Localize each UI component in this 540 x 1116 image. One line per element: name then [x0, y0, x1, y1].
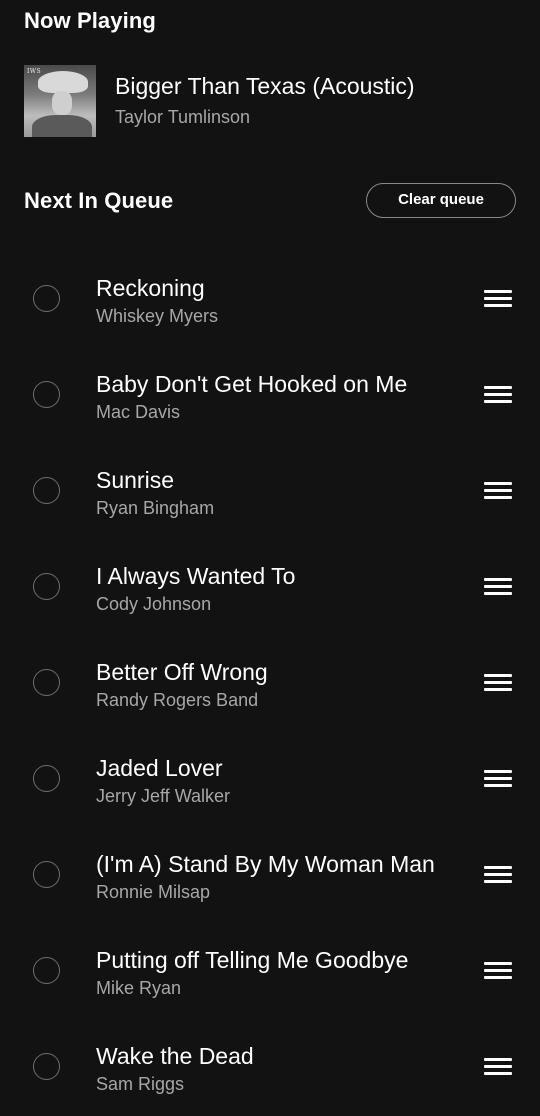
queue-track-row[interactable]: I Always Wanted To Cody Johnson — [0, 540, 540, 636]
queue-track-row[interactable]: Jaded Lover Jerry Jeff Walker — [0, 732, 540, 828]
select-circle-icon[interactable] — [33, 861, 60, 888]
track-title: (I'm A) Stand By My Woman Man — [96, 851, 435, 877]
track-title: Sunrise — [96, 467, 174, 493]
track-artist: Jerry Jeff Walker — [96, 786, 231, 806]
drag-handle-icon[interactable] — [484, 290, 512, 310]
queue-track-row[interactable]: (I'm A) Stand By My Woman Man Ronnie Mils… — [0, 828, 540, 924]
queue-track-row[interactable]: Baby Don't Get Hooked on Me Mac Davis — [0, 348, 540, 444]
queue-track-row[interactable]: Reckoning Whiskey Myers — [0, 252, 540, 348]
queue-track-row[interactable]: Wake the Dead Sam Riggs — [0, 1020, 540, 1116]
track-artist: Mike Ryan — [96, 978, 182, 998]
track-artist: Ryan Bingham — [96, 498, 215, 518]
drag-handle-icon[interactable] — [484, 1058, 512, 1078]
track-title: Jaded Lover — [96, 755, 223, 781]
select-circle-icon[interactable] — [33, 1053, 60, 1080]
drag-handle-icon[interactable] — [484, 386, 512, 406]
select-circle-icon[interactable] — [33, 477, 60, 504]
track-title: I Always Wanted To — [96, 563, 296, 589]
track-title: Better Off Wrong — [96, 659, 268, 685]
queue-track-row[interactable]: Sunrise Ryan Bingham — [0, 444, 540, 540]
track-artist: Sam Riggs — [96, 1074, 185, 1094]
now-playing-title: Bigger Than Texas (Acoustic) — [115, 73, 415, 99]
queue-track-row[interactable]: Better Off Wrong Randy Rogers Band — [0, 636, 540, 732]
track-artist: Ronnie Milsap — [96, 882, 211, 902]
track-artist: Cody Johnson — [96, 594, 212, 614]
now-playing-heading: Now Playing — [24, 8, 156, 33]
track-title: Putting off Telling Me Goodbye — [96, 947, 409, 973]
select-circle-icon[interactable] — [33, 573, 60, 600]
select-circle-icon[interactable] — [33, 381, 60, 408]
select-circle-icon[interactable] — [33, 669, 60, 696]
album-art-text: IWS — [27, 68, 42, 75]
drag-handle-icon[interactable] — [484, 866, 512, 886]
album-art: IWS — [24, 65, 96, 137]
drag-handle-icon[interactable] — [484, 482, 512, 502]
track-title: Baby Don't Get Hooked on Me — [96, 371, 408, 397]
track-title: Wake the Dead — [96, 1043, 254, 1069]
drag-handle-icon[interactable] — [484, 962, 512, 982]
drag-handle-icon[interactable] — [484, 578, 512, 598]
track-title: Reckoning — [96, 275, 205, 301]
select-circle-icon[interactable] — [33, 957, 60, 984]
now-playing-artist: Taylor Tumlinson — [115, 107, 251, 127]
now-playing-row[interactable]: IWS Bigger Than Texas (Acoustic) Taylor … — [24, 65, 524, 137]
track-artist: Whiskey Myers — [96, 306, 219, 326]
queue-track-row[interactable]: Putting off Telling Me Goodbye Mike Ryan — [0, 924, 540, 1020]
drag-handle-icon[interactable] — [484, 770, 512, 790]
select-circle-icon[interactable] — [33, 765, 60, 792]
clear-queue-button[interactable]: Clear queue — [366, 183, 516, 218]
track-artist: Randy Rogers Band — [96, 690, 259, 710]
next-in-queue-heading: Next In Queue — [24, 188, 174, 213]
track-artist: Mac Davis — [96, 402, 181, 422]
queue-list: Reckoning Whiskey Myers Baby Don't Get Hoo… — [0, 252, 540, 1116]
select-circle-icon[interactable] — [33, 285, 60, 312]
drag-handle-icon[interactable] — [484, 674, 512, 694]
